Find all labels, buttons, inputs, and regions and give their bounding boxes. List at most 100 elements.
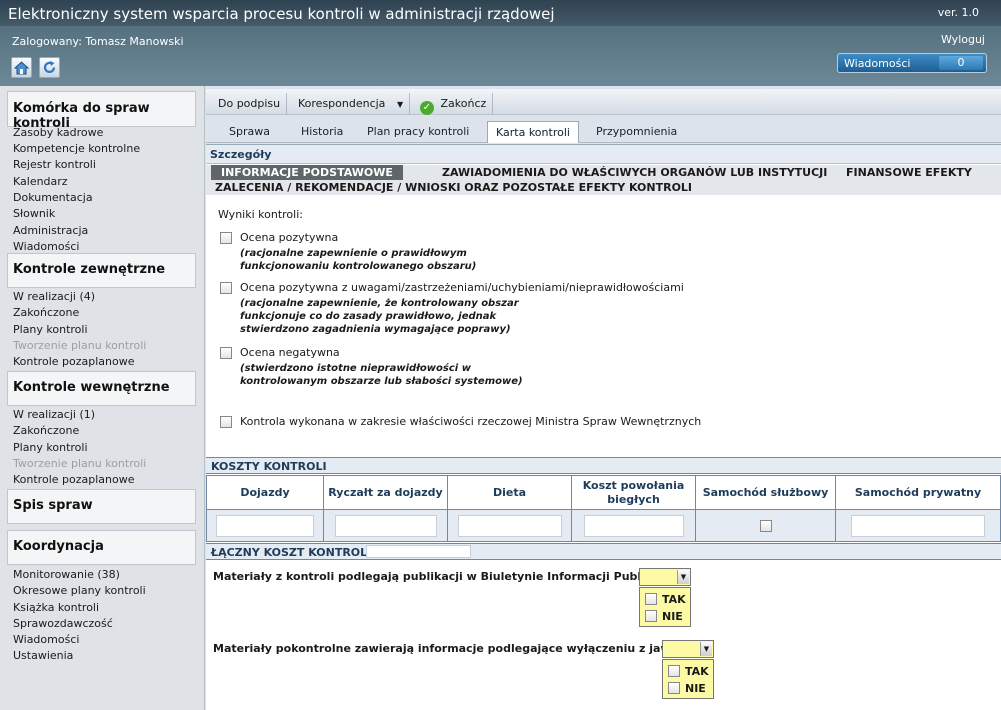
sidebar-item[interactable]: Monitorowanie (38): [13, 568, 120, 581]
option-note: (racjonalne zapewnienie o prawidłowym fu…: [240, 247, 476, 273]
subtab-zawiadomienia[interactable]: ZAWIADOMIENIA DO WŁAŚCIWYCH ORGANÓW LUB …: [442, 166, 827, 179]
sidebar-item[interactable]: Sprawozdawczość: [13, 617, 113, 630]
messages-button[interactable]: Wiadomości 0: [837, 53, 987, 73]
logout-link[interactable]: Wyloguj: [941, 33, 985, 46]
results-label: Wyniki kontroli:: [218, 208, 303, 221]
section-spis-spraw[interactable]: Spis spraw: [7, 489, 196, 524]
publication-options: TAK NIE: [639, 587, 691, 627]
sidebar-item[interactable]: Kalendarz: [13, 175, 68, 188]
sidebar-item[interactable]: Zasoby kadrowe: [13, 126, 103, 139]
sidebar-item[interactable]: Plany kontroli: [13, 323, 88, 336]
option-label: Ocena negatywna: [240, 346, 340, 359]
samochod-prywatny-input[interactable]: [851, 514, 985, 537]
cell-ryczalt: [323, 509, 448, 542]
tak-checkbox[interactable]: [645, 593, 657, 605]
sidebar-item[interactable]: W realizacji (4): [13, 290, 95, 303]
home-icon[interactable]: [11, 57, 32, 78]
sidebar-item[interactable]: Zakończone: [13, 306, 79, 319]
note-line: funkcjonuje co do zasady prawidłowo, jed…: [240, 311, 497, 322]
note-line: (stwierdzono istotne nieprawidłowości w: [240, 363, 471, 374]
option-label: Ocena pozytywna z uwagami/zastrzeżeniami…: [240, 281, 684, 294]
section-koordynacja[interactable]: Koordynacja: [7, 530, 196, 565]
logged-in-user: Zalogowany: Tomasz Manowski: [12, 35, 184, 48]
tab-przypomnienia[interactable]: Przypomnienia: [596, 121, 677, 143]
subtab-zalecenia[interactable]: ZALECENIA / REKOMENDACJE / WNIOSKI ORAZ …: [215, 181, 692, 194]
dieta-input[interactable]: [457, 514, 562, 537]
option-nie[interactable]: NIE: [645, 610, 683, 623]
dojazdy-input[interactable]: [216, 514, 314, 537]
col-koszt-bieglych: Koszt powołania biegłych: [571, 475, 696, 510]
sidebar-item[interactable]: Zakończone: [13, 424, 79, 437]
option-positive-remarks-checkbox[interactable]: [220, 282, 232, 294]
col-ryczalt: Ryczałt za dojazdy: [323, 475, 448, 510]
sidebar-item[interactable]: W realizacji (1): [13, 408, 95, 421]
sidebar-item[interactable]: Plany kontroli: [13, 441, 88, 454]
tab-plan-pracy[interactable]: Plan pracy kontroli: [367, 121, 469, 143]
zakoncz-label: Zakończ: [440, 97, 487, 110]
col-koszt-line: Koszt powołania: [582, 478, 685, 492]
tak-checkbox[interactable]: [668, 665, 680, 677]
col-dojazdy: Dojazdy: [206, 475, 324, 510]
sidebar-item-disabled: Tworzenie planu kontroli: [13, 457, 147, 470]
section-komorka[interactable]: Komórka do spraw kontroli: [7, 91, 196, 131]
subtabs: INFORMACJE PODSTAWOWE ZAWIADOMIENIA DO W…: [206, 165, 1001, 195]
ministry-checkbox[interactable]: [220, 416, 232, 428]
option-positive-checkbox[interactable]: [220, 232, 232, 244]
section-title: Kontrole wewnętrzne: [13, 380, 170, 395]
option-negative-checkbox[interactable]: [220, 347, 232, 359]
table-row: [206, 509, 1001, 542]
subtab-finansowe[interactable]: FINANSOWE EFEKTY: [846, 166, 972, 179]
sidebar-item[interactable]: Kontrole pozaplanowe: [13, 355, 134, 368]
korespondencja-button[interactable]: Korespondencja ▼: [292, 93, 411, 114]
option-nie[interactable]: NIE: [668, 682, 706, 695]
zakoncz-button[interactable]: ✓ Zakończ: [414, 93, 494, 115]
nie-checkbox[interactable]: [645, 610, 657, 622]
note-line: (racjonalne zapewnienie, że kontrolowany…: [240, 298, 519, 309]
do-podpisu-button[interactable]: Do podpisu: [212, 93, 288, 114]
sidebar: Komórka do spraw kontroli Zasoby kadrowe…: [0, 86, 205, 710]
ryczalt-input[interactable]: [334, 514, 437, 537]
section-kontrole-wewnetrzne[interactable]: Kontrole wewnętrzne: [7, 371, 196, 406]
exclusion-dropdown[interactable]: ▼: [662, 640, 714, 658]
cell-dojazdy: [206, 509, 324, 542]
sidebar-item[interactable]: Wiadomości: [13, 633, 79, 646]
note-line: kontrolowanym obszarze lub słabości syst…: [240, 376, 523, 387]
section-title: Koordynacja: [13, 539, 104, 554]
sidebar-item[interactable]: Książka kontroli: [13, 601, 99, 614]
sidebar-item[interactable]: Okresowe plany kontroli: [13, 584, 146, 597]
total-input[interactable]: [366, 545, 471, 558]
refresh-icon[interactable]: [39, 57, 60, 78]
sidebar-item[interactable]: Rejestr kontroli: [13, 158, 96, 171]
col-samochod-sluzbowy: Samochód służbowy: [695, 475, 836, 510]
sidebar-item[interactable]: Słownik: [13, 207, 55, 220]
tab-karta-kontroli[interactable]: Karta kontroli: [487, 121, 579, 143]
publication-question: Materiały z kontroli podlegają publikacj…: [213, 570, 682, 583]
option-tak[interactable]: TAK: [668, 665, 709, 678]
samochod-sluzbowy-checkbox[interactable]: [759, 520, 772, 532]
publication-dropdown[interactable]: ▼: [639, 568, 691, 586]
option-label: TAK: [685, 665, 709, 678]
section-title: Spis spraw: [13, 498, 93, 513]
sidebar-item[interactable]: Kompetencje kontrolne: [13, 142, 140, 155]
tab-sprawa[interactable]: Sprawa: [229, 121, 270, 143]
koszt-bieglych-input[interactable]: [583, 514, 684, 537]
sidebar-item[interactable]: Ustawienia: [13, 649, 73, 662]
tab-historia[interactable]: Historia: [301, 121, 343, 143]
section-kontrole-zewnetrzne[interactable]: Kontrole zewnętrzne: [7, 253, 196, 288]
sidebar-item[interactable]: Wiadomości: [13, 240, 79, 253]
sidebar-item[interactable]: Administracja: [13, 224, 88, 237]
app-title: Elektroniczny system wsparcia procesu ko…: [8, 5, 555, 23]
cell-prywatny: [835, 509, 1001, 542]
cell-koszt: [571, 509, 696, 542]
nie-checkbox[interactable]: [668, 682, 680, 694]
table-header-row: Dojazdy Ryczałt za dojazdy Dieta Koszt p…: [206, 475, 1001, 510]
col-dieta: Dieta: [447, 475, 572, 510]
option-tak[interactable]: TAK: [645, 593, 686, 606]
exclusion-question: Materiały pokontrolne zawierają informac…: [213, 642, 708, 655]
exclusion-options: TAK NIE: [662, 659, 714, 699]
subtab-informacje[interactable]: INFORMACJE PODSTAWOWE: [211, 165, 403, 180]
main-area: Do podpisu Korespondencja ▼ ✓ Zakończ Sp…: [206, 86, 1001, 710]
sidebar-item[interactable]: Dokumentacja: [13, 191, 93, 204]
sidebar-item[interactable]: Kontrole pozaplanowe: [13, 473, 134, 486]
total-label: ŁĄCZNY KOSZT KONTROLI:: [211, 546, 376, 559]
